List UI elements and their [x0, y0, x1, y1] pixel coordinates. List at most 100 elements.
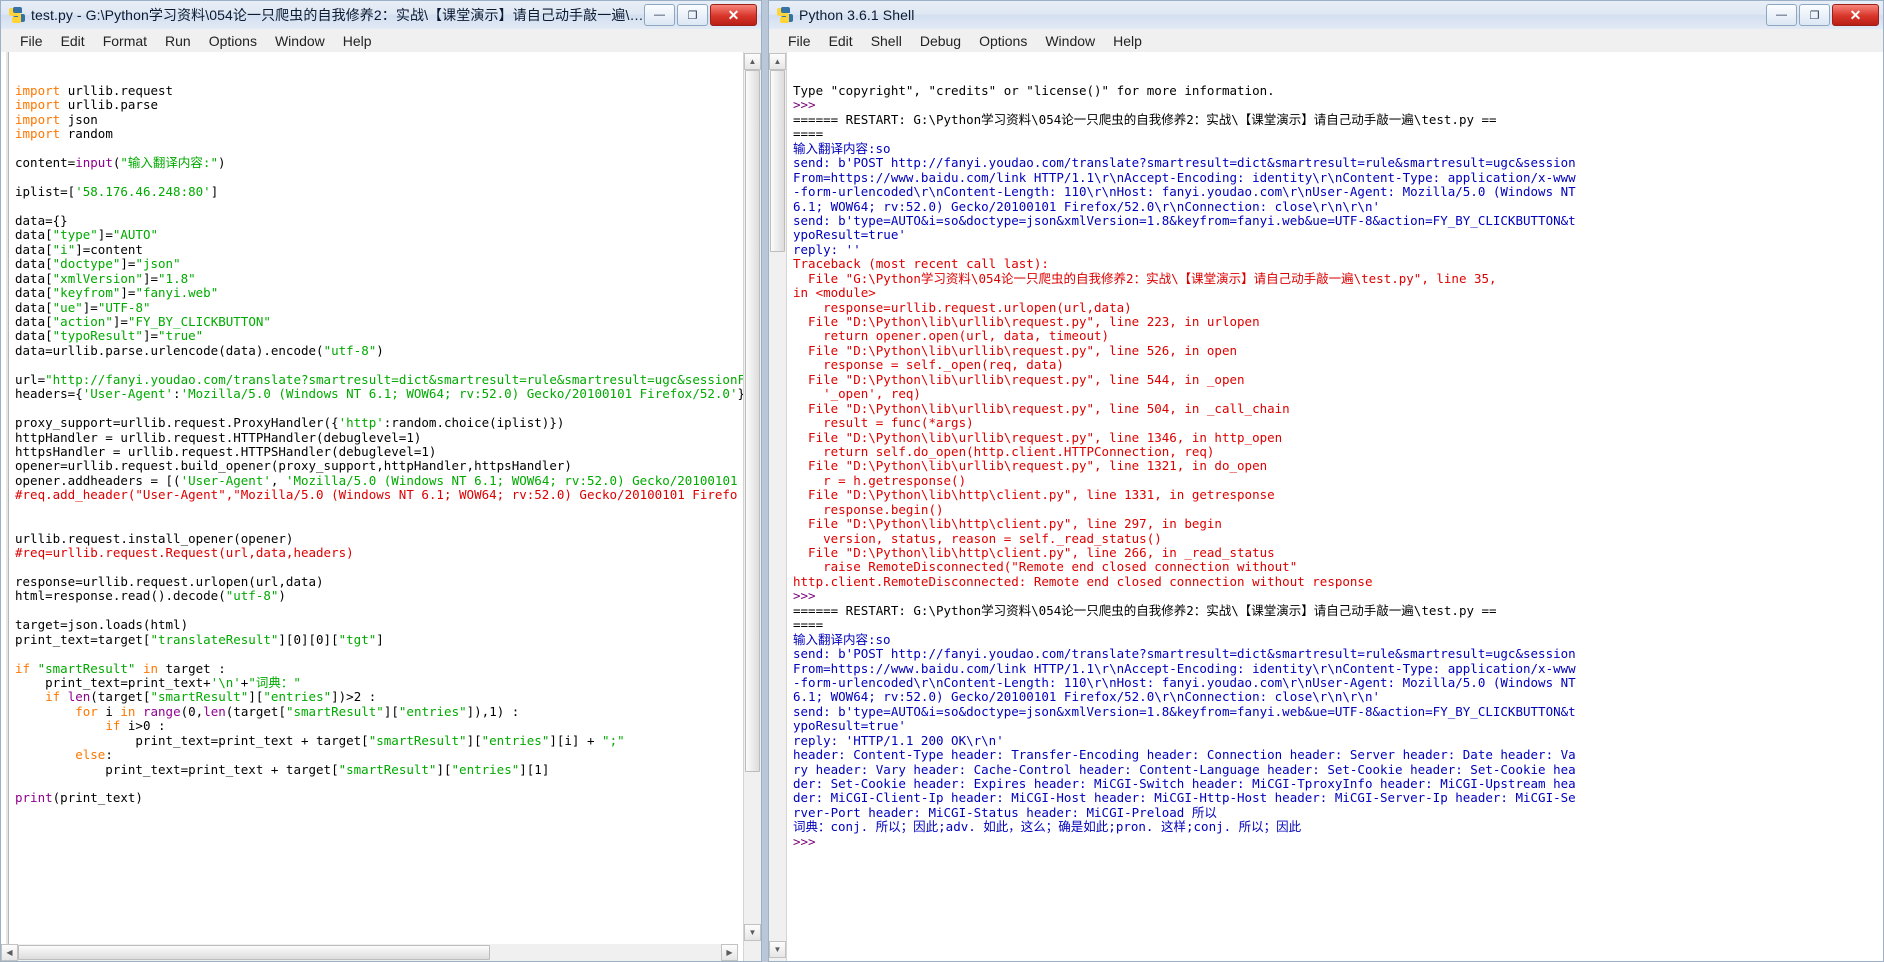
- shell-titlebar[interactable]: Python 3.6.1 Shell — ❐ ✕: [768, 0, 1884, 29]
- code-line[interactable]: [15, 171, 743, 185]
- shell-menu-help[interactable]: Help: [1104, 31, 1151, 51]
- scroll-down-arrow[interactable]: ▼: [744, 924, 761, 941]
- editor-vertical-scrollbar[interactable]: ▲ ▼: [743, 52, 761, 961]
- scroll-down-arrow[interactable]: ▼: [769, 941, 786, 958]
- code-line[interactable]: import urllib.parse: [15, 98, 743, 112]
- shell-output[interactable]: Type "copyright", "credits" or "license(…: [787, 52, 1883, 961]
- code-line[interactable]: data["i"]=content: [15, 242, 743, 257]
- shell-scroll-thumb[interactable]: [770, 70, 785, 252]
- shell-line[interactable]: 6.1; WOW64; rv:52.0) Gecko/20100101 Fire…: [793, 199, 1883, 214]
- code-line[interactable]: import random: [15, 127, 743, 141]
- editor-menubar[interactable]: File Edit Format Run Options Window Help: [0, 29, 762, 53]
- shell-line[interactable]: send: b'type=AUTO&i=so&doctype=json&xmlV…: [793, 704, 1883, 719]
- code-line[interactable]: import json: [15, 112, 743, 127]
- shell-line[interactable]: rver-Port header: MiCGI-Status header: M…: [793, 805, 1883, 820]
- shell-line[interactable]: der: MiCGI-Client-Ip header: MiCGI-Host …: [793, 791, 1883, 805]
- code-line[interactable]: response=urllib.request.urlopen(url,data…: [15, 574, 743, 589]
- shell-line[interactable]: From=https://www.baidu.com/link HTTP/1.1…: [793, 170, 1883, 185]
- shell-line[interactable]: response.begin(): [793, 502, 1883, 517]
- code-line[interactable]: for i in range(0,len(target["smartResult…: [15, 704, 743, 719]
- code-line[interactable]: [15, 358, 743, 372]
- shell-line[interactable]: raise RemoteDisconnected("Remote end clo…: [793, 560, 1883, 574]
- shell-line[interactable]: reply: '': [793, 242, 1883, 257]
- shell-line[interactable]: >>>: [793, 98, 1883, 112]
- editor-hscroll-thumb[interactable]: [18, 945, 490, 960]
- shell-line[interactable]: File "D:\Python\lib\urllib\request.py", …: [793, 314, 1883, 329]
- shell-line[interactable]: ypoResult=true': [793, 228, 1883, 242]
- code-line[interactable]: [15, 200, 743, 214]
- code-line[interactable]: headers={'User-Agent':'Mozilla/5.0 (Wind…: [15, 386, 743, 401]
- editor-menu-help[interactable]: Help: [334, 31, 381, 51]
- shell-line[interactable]: >>>: [793, 589, 1883, 603]
- shell-line[interactable]: File "D:\Python\lib\urllib\request.py", …: [793, 372, 1883, 387]
- scroll-right-arrow[interactable]: ▶: [721, 944, 738, 961]
- code-line[interactable]: data["ue"]="UTF-8": [15, 300, 743, 315]
- shell-line[interactable]: File "D:\Python\lib\http\client.py", lin…: [793, 488, 1883, 502]
- shell-menu-debug[interactable]: Debug: [911, 31, 970, 51]
- minimize-button[interactable]: —: [1766, 4, 1797, 26]
- shell-line[interactable]: response = self._open(req, data): [793, 358, 1883, 372]
- code-line[interactable]: [15, 647, 743, 661]
- shell-menubar[interactable]: File Edit Shell Debug Options Window Help: [768, 29, 1884, 53]
- shell-line[interactable]: ====: [793, 617, 1883, 632]
- editor-menu-window[interactable]: Window: [266, 31, 334, 51]
- shell-line[interactable]: ry header: Vary header: Cache-Control he…: [793, 762, 1883, 777]
- editor-menu-format[interactable]: Format: [94, 31, 156, 51]
- shell-line[interactable]: File "D:\Python\lib\urllib\request.py", …: [793, 401, 1883, 416]
- code-line[interactable]: data["keyfrom"]="fanyi.web": [15, 285, 743, 300]
- code-line[interactable]: iplist=['58.176.46.248:80']: [15, 184, 743, 199]
- scroll-left-arrow[interactable]: ◀: [1, 944, 18, 961]
- shell-line[interactable]: in <module>: [793, 285, 1883, 300]
- scroll-up-arrow[interactable]: ▲: [769, 53, 786, 70]
- shell-line[interactable]: return self.do_open(http.client.HTTPConn…: [793, 444, 1883, 459]
- code-line[interactable]: content=input("输入翻译内容:"): [15, 155, 743, 170]
- shell-menu-options[interactable]: Options: [970, 31, 1036, 51]
- shell-vertical-scrollbar[interactable]: ▲ ▼: [769, 52, 787, 961]
- close-button[interactable]: ✕: [1832, 4, 1879, 26]
- shell-window-buttons[interactable]: — ❐ ✕: [1766, 4, 1879, 26]
- minimize-button[interactable]: —: [644, 4, 675, 26]
- code-line[interactable]: if i>0 :: [15, 719, 743, 733]
- code-line[interactable]: print_text=target["translateResult"][0][…: [15, 632, 743, 647]
- code-line[interactable]: print_text=print_text + target["smartRes…: [15, 733, 743, 748]
- shell-line[interactable]: r = h.getresponse(): [793, 473, 1883, 488]
- editor-menu-edit[interactable]: Edit: [52, 31, 94, 51]
- shell-line[interactable]: reply: 'HTTP/1.1 200 OK\r\n': [793, 733, 1883, 748]
- code-line[interactable]: print_text=print_text + target["smartRes…: [15, 762, 743, 777]
- shell-menu-file[interactable]: File: [779, 31, 820, 51]
- code-line[interactable]: print(print_text): [15, 791, 743, 805]
- code-line[interactable]: [15, 517, 743, 531]
- shell-line[interactable]: send: b'POST http://fanyi.youdao.com/tra…: [793, 155, 1883, 170]
- shell-line[interactable]: File "D:\Python\lib\urllib\request.py", …: [793, 430, 1883, 445]
- shell-line[interactable]: result = func(*args): [793, 415, 1883, 430]
- shell-output-content[interactable]: Type "copyright", "credits" or "license(…: [787, 82, 1883, 849]
- code-line[interactable]: else:: [15, 747, 743, 762]
- editor-titlebar[interactable]: test.py - G:\Python学习资料\054论一只爬虫的自我修养2：实…: [0, 0, 762, 29]
- code-line[interactable]: html=response.read().decode("utf-8"): [15, 589, 743, 603]
- code-line[interactable]: [15, 142, 743, 156]
- shell-line[interactable]: return opener.open(url, data, timeout): [793, 329, 1883, 343]
- shell-line[interactable]: File "D:\Python\lib\http\client.py", lin…: [793, 545, 1883, 560]
- shell-line[interactable]: File "G:\Python学习资料\054论一只爬虫的自我修养2：实战\【课…: [793, 271, 1883, 286]
- shell-line[interactable]: version, status, reason = self._read_sta…: [793, 531, 1883, 546]
- shell-line[interactable]: send: b'type=AUTO&i=so&doctype=json&xmlV…: [793, 213, 1883, 228]
- code-line[interactable]: [15, 777, 743, 791]
- code-line[interactable]: target=json.loads(html): [15, 617, 743, 632]
- code-line[interactable]: opener=urllib.request.build_opener(proxy…: [15, 459, 743, 473]
- editor-menu-options[interactable]: Options: [200, 31, 266, 51]
- scroll-up-arrow[interactable]: ▲: [744, 53, 761, 70]
- editor-horizontal-scrollbar[interactable]: ◀ ▶: [1, 944, 738, 961]
- shell-line[interactable]: -form-urlencoded\r\nContent-Length: 110\…: [793, 675, 1883, 690]
- code-line[interactable]: print_text=print_text+'\n'+"词典：": [15, 675, 743, 690]
- shell-line[interactable]: '_open', req): [793, 386, 1883, 401]
- code-line[interactable]: urllib.request.install_opener(opener): [15, 531, 743, 546]
- shell-line[interactable]: 6.1; WOW64; rv:52.0) Gecko/20100101 Fire…: [793, 690, 1883, 704]
- shell-line[interactable]: ypoResult=true': [793, 719, 1883, 733]
- code-editor[interactable]: import urllib.request import urllib.parse…: [9, 52, 743, 961]
- code-line[interactable]: data["doctype"]="json": [15, 257, 743, 271]
- shell-line[interactable]: From=https://www.baidu.com/link HTTP/1.1…: [793, 661, 1883, 676]
- shell-line[interactable]: header: Content-Type header: Transfer-En…: [793, 747, 1883, 762]
- shell-menu-window[interactable]: Window: [1036, 31, 1104, 51]
- code-line[interactable]: opener.addheaders = [('User-Agent', 'Moz…: [15, 473, 743, 488]
- code-line[interactable]: httpHandler = urllib.request.HTTPHandler…: [15, 430, 743, 445]
